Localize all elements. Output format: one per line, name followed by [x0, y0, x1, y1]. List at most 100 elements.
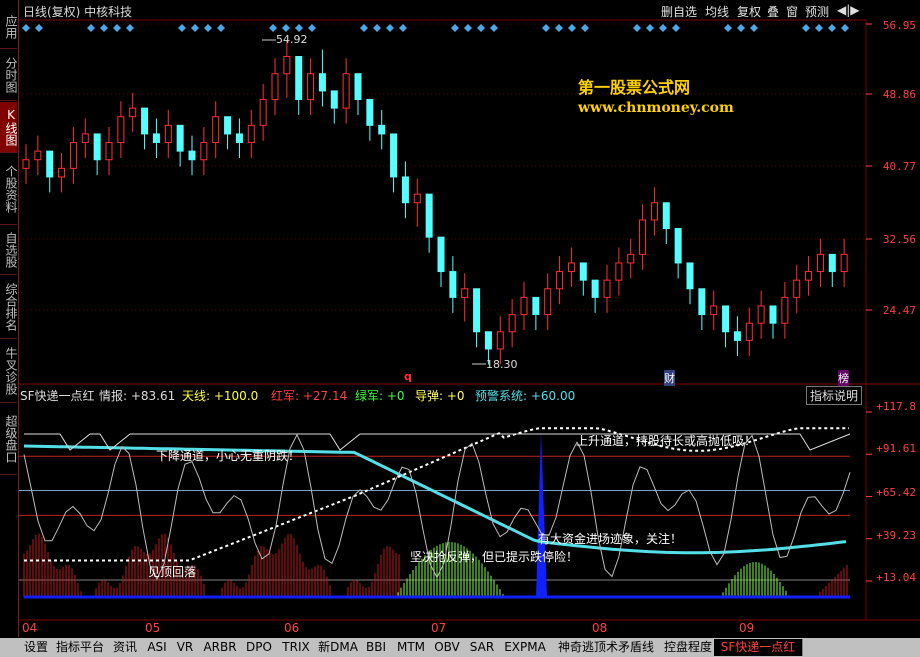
price-chart [19, 19, 920, 621]
indicator-tab[interactable]: 指标平台 [52, 639, 109, 656]
indicator-tab[interactable]: DPO [242, 639, 277, 656]
annotation-big-capital: 有大资金进场迹象，关注！ [538, 532, 683, 546]
candle-body [449, 271, 457, 298]
candle-body [662, 202, 670, 230]
watermark-title: 第一股票公式网 [578, 78, 691, 97]
candle-body [639, 219, 647, 255]
signal-diamond [360, 24, 368, 32]
indicator-axis-label: +39.23 [876, 529, 916, 542]
candle-body [793, 279, 801, 298]
candle-body [496, 331, 504, 350]
candle-body [141, 107, 149, 135]
candle-body [271, 73, 279, 101]
signal-diamond [295, 24, 303, 32]
high-price-mark: 54.92 [276, 33, 308, 46]
candle-body [473, 288, 481, 333]
candle-body [674, 228, 682, 264]
candle-body [224, 116, 232, 135]
annotation-down-channel: 下降通道，小心无重阴跌！ [156, 449, 301, 463]
candle-body [401, 176, 409, 204]
candle-body [757, 305, 765, 324]
annotation-rebound: 坚决抢反弹，但已提示跌停险！ [410, 550, 579, 564]
low-price-mark: 18.30 [486, 358, 518, 371]
date-label: 07 [431, 621, 447, 635]
candle-body [354, 73, 362, 101]
price-axis-label: 40.77 [882, 160, 916, 173]
indicator-tab[interactable]: ASI [142, 639, 173, 656]
q-mark: q [404, 370, 412, 383]
candle-body [235, 133, 243, 144]
candle-body [307, 73, 315, 101]
finance-mark[interactable]: 财 [664, 370, 675, 386]
indicator-tab[interactable]: ARBR [198, 639, 243, 656]
signal-diamond [555, 24, 563, 32]
indicator-tab[interactable]: SF快递一点红 [714, 639, 803, 656]
indicator-tab[interactable]: OBV [430, 639, 465, 656]
signal-diamond [815, 24, 823, 32]
candle-body [212, 116, 220, 144]
candle-body [650, 202, 658, 221]
signal-diamond [724, 24, 732, 32]
candle-body [188, 150, 196, 161]
indicator-tab[interactable]: VR [172, 639, 199, 656]
signal-diamond [542, 24, 550, 32]
indicator-tab-bar: 设置 指标平台 资讯 ASI VR ARBR DPO TRIX 新DMA BBI MTM OBV SAR… [0, 638, 920, 657]
indicator-tab[interactable]: 新DMA [316, 639, 361, 656]
candle-body [615, 262, 623, 281]
indicator-tab[interactable]: 设置 [20, 639, 53, 656]
indicator-explain-button[interactable]: 指标说明 [805, 386, 862, 405]
candle-body [283, 56, 291, 75]
candle-body [247, 124, 255, 144]
signal-diamond [113, 24, 121, 32]
annotation-top-fall: 见顶回落 [148, 565, 197, 579]
signal-diamond [750, 24, 758, 32]
price-axis-label: 48.86 [882, 88, 916, 101]
candle-body [579, 262, 587, 281]
candle-body [840, 253, 848, 273]
date-label: 09 [739, 621, 755, 635]
candle-body [117, 116, 125, 144]
daodan-value: 导弹: +0 [415, 389, 465, 403]
signal-diamond [672, 24, 680, 32]
signal-diamond [464, 24, 472, 32]
signal-diamond [22, 24, 30, 32]
indicator-tab[interactable]: SAR [464, 639, 501, 656]
candle-body [603, 279, 611, 298]
annotation-up-channel: 上升通道，持股待长或高抛低吸！ [576, 434, 757, 448]
signal-diamond [568, 24, 576, 32]
candle-body [698, 288, 706, 316]
signal-diamond [646, 24, 654, 32]
warning-spike [536, 432, 547, 597]
signal-diamond [204, 24, 212, 32]
price-axis-label: 56.95 [882, 19, 916, 32]
signal-diamond [659, 24, 667, 32]
indicator-tab[interactable]: TRIX [276, 639, 317, 656]
date-label: 08 [592, 621, 608, 635]
ma-curve [23, 444, 847, 555]
rank-mark[interactable]: 榜 [838, 370, 849, 386]
signal-diamond [308, 24, 316, 32]
indicator-tab[interactable]: BBI [360, 639, 393, 656]
candle-body [46, 150, 54, 178]
indicator-tab[interactable]: 神奇逃顶术矛盾线 [550, 639, 663, 656]
indicator-tab[interactable]: 资讯 [108, 639, 143, 656]
indicator-tab[interactable]: EXPMA [500, 639, 551, 656]
candle-body [318, 73, 326, 92]
date-label: 05 [145, 621, 161, 635]
signal-diamond [217, 24, 225, 32]
lvjun-value: 绿军: +0 [355, 389, 405, 403]
watermark-url: www.chnmoney.com [578, 100, 734, 116]
candle-body [520, 296, 528, 316]
indicator-tab[interactable]: 控盘程度 [662, 639, 715, 656]
candle-body [105, 142, 113, 161]
hongjun-value: 红军: +27.14 [271, 389, 348, 403]
indicator-axis-label: +13.04 [876, 571, 916, 584]
candle-body [413, 193, 421, 204]
candle-body [295, 56, 303, 101]
candle-body [532, 296, 540, 316]
candle-body [58, 167, 66, 178]
indicator-name: SF快递一点红 [20, 389, 95, 403]
candle-body [733, 331, 741, 341]
indicator-header: SF快递一点红 情报: +83.61 天线: +100.0 红军: +27.14… [19, 385, 920, 403]
indicator-tab[interactable]: MTM [392, 639, 431, 656]
